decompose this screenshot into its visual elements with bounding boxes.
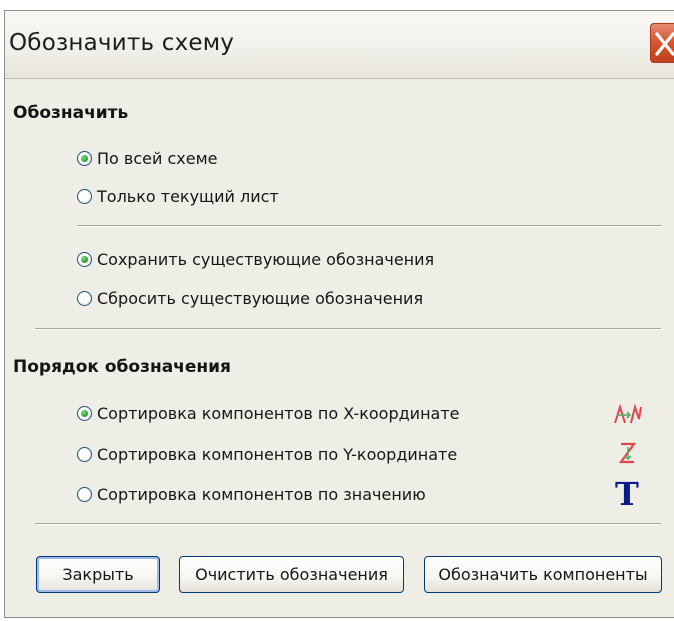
radio-button[interactable] bbox=[77, 251, 92, 267]
radio-button[interactable] bbox=[77, 150, 92, 166]
radio-sort-by-y[interactable]: Сортировка компонентов по Y-координате bbox=[77, 441, 457, 467]
sort-x-icon bbox=[614, 403, 642, 424]
title-bar[interactable]: Обозначить схему bbox=[5, 11, 674, 79]
separator bbox=[77, 225, 662, 227]
radio-label: Сортировка компонентов по значению bbox=[97, 484, 426, 504]
radio-button[interactable] bbox=[77, 446, 92, 462]
radio-label: По всей схеме bbox=[97, 148, 218, 168]
radio-button[interactable] bbox=[77, 188, 92, 204]
radio-button[interactable] bbox=[77, 290, 92, 306]
radio-label: Сортировка компонентов по Y-координате bbox=[97, 444, 458, 464]
radio-sort-by-value[interactable]: Сортировка компонентов по значению bbox=[77, 481, 426, 507]
close-window-button[interactable] bbox=[650, 23, 674, 63]
close-icon bbox=[655, 32, 674, 56]
separator bbox=[35, 523, 661, 525]
radio-current-sheet-only[interactable]: Только текущий лист bbox=[77, 183, 279, 209]
window-title: Обозначить схему bbox=[9, 30, 235, 56]
radio-sort-by-x[interactable]: Сортировка компонентов по X-координате bbox=[77, 400, 460, 426]
radio-label: Сбросить существующие обозначения bbox=[97, 288, 424, 308]
radio-keep-existing[interactable]: Сохранить существующие обозначения bbox=[77, 246, 434, 272]
radio-label: Сохранить существующие обозначения bbox=[97, 249, 435, 269]
clear-annotations-button[interactable]: Очистить обозначения bbox=[179, 556, 404, 593]
separator bbox=[35, 328, 661, 330]
order-section-heading: Порядок обозначения bbox=[13, 357, 231, 377]
sort-value-icon: T bbox=[615, 475, 639, 513]
radio-whole-schematic[interactable]: По всей схеме bbox=[77, 145, 217, 171]
radio-button[interactable] bbox=[77, 405, 92, 421]
radio-label: Сортировка компонентов по X-координате bbox=[97, 403, 460, 423]
close-button[interactable]: Закрыть bbox=[36, 556, 160, 593]
annotate-section-heading: Обозначить bbox=[13, 103, 129, 123]
radio-label: Только текущий лист bbox=[97, 186, 279, 206]
annotate-schematic-dialog: Обозначить схему Обозначить По всей схем… bbox=[4, 10, 674, 618]
annotate-components-button[interactable]: Обозначить компоненты bbox=[424, 556, 662, 593]
sort-y-icon bbox=[618, 442, 637, 464]
radio-button[interactable] bbox=[77, 486, 92, 502]
radio-reset-existing[interactable]: Сбросить существующие обозначения bbox=[77, 285, 423, 311]
